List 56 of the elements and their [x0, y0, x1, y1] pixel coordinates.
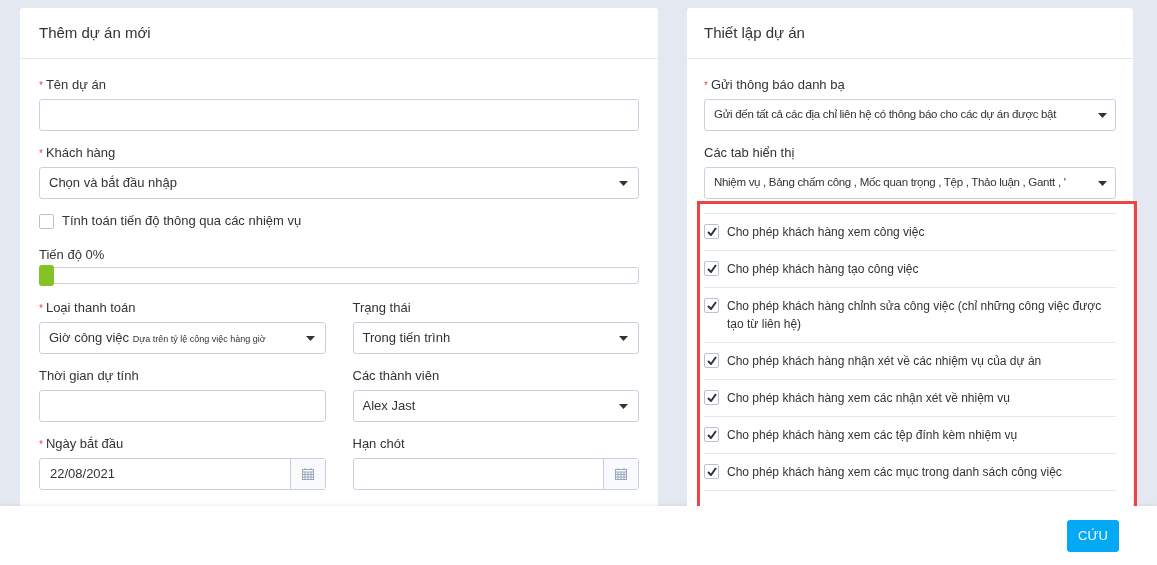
- checkbox-label: Cho phép khách hàng xem các tệp đính kèm nhiệm vụ: [727, 427, 1018, 444]
- calendar-icon: [615, 468, 627, 480]
- card-title: Thêm dự án mới: [39, 22, 151, 43]
- select-field[interactable]: Nhiệm vụ , Bảng chấm công , Mốc quan trọng , Tệp , Thảo luận , Gantt , ': [704, 167, 1116, 199]
- required-mark: *: [39, 301, 43, 316]
- field-label: Hạn chót: [352, 435, 405, 454]
- field-label: Loại thanh toán: [45, 299, 136, 318]
- select-value: Giờ công việc: [49, 330, 130, 346]
- caret-icon: [1098, 180, 1107, 186]
- checkbox[interactable]: [704, 298, 719, 313]
- checkbox[interactable]: [704, 427, 719, 442]
- field-label: Tiến độ 0%: [39, 247, 105, 262]
- field-label: Ngày bắt đầu: [45, 435, 124, 454]
- field-label: Các thành viên: [352, 367, 440, 386]
- progress-slider[interactable]: [41, 267, 639, 284]
- select-field[interactable]: Gửi đến tất cả các địa chỉ liên hệ có thông báo cho các dự án được bật: [704, 99, 1116, 131]
- slider-handle[interactable]: [39, 265, 54, 286]
- required-mark: *: [704, 78, 708, 93]
- required-mark: *: [39, 146, 43, 161]
- text-field[interactable]: [39, 390, 326, 422]
- caret-icon: [305, 335, 315, 341]
- checkbox-label: Tính toán tiến độ thông qua các nhiệm vụ: [62, 212, 302, 231]
- select-field[interactable]: Giờ công việc Dựa trên tỷ lệ công việc hàng giờ: [39, 322, 326, 354]
- checkbox-label: Cho phép khách hàng xem các nhận xét về nhiệm vụ: [727, 390, 1010, 407]
- field-label: Các tab hiển thị: [704, 144, 795, 163]
- date-field[interactable]: 22/08/2021: [39, 458, 326, 490]
- field-label: Gửi thông báo danh bạ: [710, 76, 845, 95]
- field-label: Khách hàng: [45, 144, 116, 163]
- caret-icon: [1098, 112, 1107, 118]
- caret-icon: [619, 335, 628, 341]
- checkbox[interactable]: [704, 224, 719, 239]
- text-field[interactable]: [39, 99, 639, 131]
- calendar-icon: [301, 468, 314, 480]
- checkbox-label: Cho phép khách hàng xem công việc: [727, 224, 925, 241]
- select-field[interactable]: Alex Jast: [352, 390, 639, 422]
- checkbox-label: Cho phép khách hàng chỉnh sửa công việc (chỉ những công việc được tạo từ liên hệ): [727, 298, 1103, 333]
- checkbox-label: Cho phép khách hàng nhận xét về các nhiệm vụ của dự án: [727, 353, 1042, 370]
- required-mark: *: [39, 437, 43, 452]
- select-field[interactable]: Chọn và bắt đầu nhập: [39, 167, 639, 199]
- field-label: Trạng thái: [352, 299, 411, 318]
- checkbox[interactable]: [704, 464, 719, 479]
- select-note: Dựa trên tỷ lệ công việc hàng giờ: [132, 334, 266, 345]
- checkbox-label: Cho phép khách hàng tạo công việc: [727, 261, 919, 278]
- checkbox[interactable]: [39, 213, 54, 229]
- select-field[interactable]: Trong tiến trình: [352, 322, 639, 354]
- date-field[interactable]: [352, 458, 639, 490]
- caret-icon: [619, 403, 628, 409]
- checkbox[interactable]: [704, 390, 719, 405]
- caret-icon: [619, 180, 628, 186]
- field-label: Thời gian dự tính: [39, 367, 139, 386]
- field-label: Tên dự án: [45, 76, 106, 95]
- checkbox[interactable]: [704, 353, 719, 368]
- card-title: Thiết lập dự án: [704, 22, 805, 43]
- checkbox[interactable]: [704, 261, 719, 276]
- required-mark: *: [39, 78, 43, 93]
- checkbox-label: Cho phép khách hàng xem các mục trong danh sách công việc: [727, 464, 1062, 481]
